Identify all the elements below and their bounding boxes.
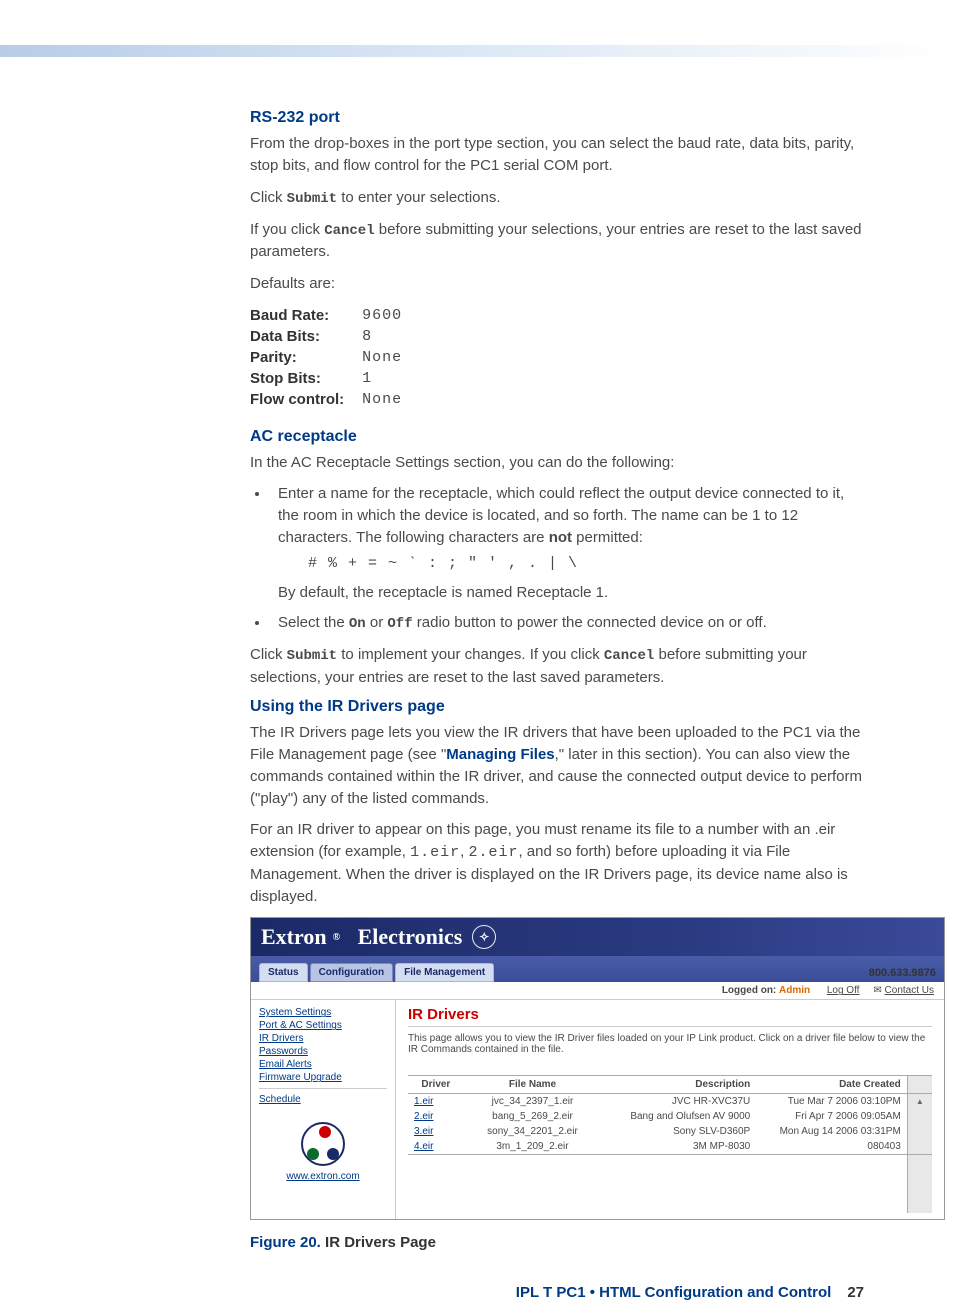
- p-rs232-2: Click Submit to enter your selections.: [250, 187, 864, 209]
- p-rs232-3: If you click Cancel before submitting yo…: [250, 219, 864, 263]
- ir-drivers-table: Driver File Name Description Date Create…: [408, 1075, 932, 1213]
- table-row: 2.eir bang_5_269_2.eir Bang and Olufsen …: [408, 1109, 932, 1124]
- heading-ac: AC receptacle: [250, 428, 864, 446]
- driver-link[interactable]: 1.eir: [414, 1096, 433, 1107]
- li-ac-2: Select the On or Off radio button to pow…: [270, 612, 864, 634]
- mail-icon: ✉: [873, 985, 881, 996]
- p-ac-2: Click Submit to implement your changes. …: [250, 644, 864, 688]
- sidebar-item-email-alerts[interactable]: Email Alerts: [259, 1058, 387, 1071]
- sidebar-item-ir-drivers[interactable]: IR Drivers: [259, 1032, 387, 1045]
- globe-icon: ✧: [472, 925, 496, 949]
- tab-file-management[interactable]: File Management: [395, 963, 494, 982]
- ss-sidebar: System Settings Port & AC Settings IR Dr…: [251, 1000, 396, 1219]
- p-rs232-4: Defaults are:: [250, 273, 864, 295]
- figure-caption: Figure 20. IR Drivers Page: [250, 1232, 864, 1254]
- p-rs232-1: From the drop-boxes in the port type sec…: [250, 133, 864, 177]
- link-contact-us[interactable]: Contact Us: [885, 985, 934, 996]
- driver-link[interactable]: 4.eir: [414, 1141, 433, 1152]
- phone-number: 800.633.9876: [869, 967, 936, 979]
- ir-drivers-screenshot: Extron® Electronics ✧ Status Configurati…: [250, 917, 945, 1220]
- table-row: 4.eir 3m_1_209_2.eir 3M MP-8030 080403: [408, 1139, 932, 1155]
- tab-status[interactable]: Status: [259, 963, 308, 982]
- link-extron-url[interactable]: www.extron.com: [259, 1170, 387, 1183]
- top-gradient: [0, 45, 954, 57]
- logged-on-user: Admin: [779, 985, 810, 996]
- p-ir-1: The IR Drivers page lets you view the IR…: [250, 722, 864, 809]
- sidebar-item-firmware-upgrade[interactable]: Firmware Upgrade: [259, 1071, 387, 1084]
- table-row: 3.eir sony_34_2201_2.eir Sony SLV-D360P …: [408, 1124, 932, 1139]
- table-row: 1.eir jvc_34_2397_1.eir JVC HR-XVC37U Tu…: [408, 1094, 932, 1110]
- p-ir-2: For an IR driver to appear on this page,…: [250, 819, 864, 907]
- page-footer: IPL T PC1 • HTML Configuration and Contr…: [250, 1282, 864, 1304]
- ss-main-title: IR Drivers: [408, 1006, 932, 1027]
- link-managing-files[interactable]: Managing Files: [446, 746, 554, 763]
- scroll-up-icon[interactable]: ▲: [907, 1094, 932, 1110]
- sidebar-item-schedule[interactable]: Schedule: [259, 1093, 387, 1106]
- li-ac-1: Enter a name for the receptacle, which c…: [270, 483, 864, 604]
- tab-configuration[interactable]: Configuration: [310, 963, 394, 982]
- p-ac-1: In the AC Receptacle Settings section, y…: [250, 452, 864, 474]
- ss-main-desc: This page allows you to view the IR Driv…: [408, 1033, 932, 1055]
- ss-banner: Extron® Electronics ✧: [251, 918, 944, 956]
- extron-logo-icon: [301, 1122, 345, 1166]
- sidebar-item-passwords[interactable]: Passwords: [259, 1045, 387, 1058]
- driver-link[interactable]: 2.eir: [414, 1111, 433, 1122]
- sidebar-item-port-ac-settings[interactable]: Port & AC Settings: [259, 1019, 387, 1032]
- heading-rs232: RS-232 port: [250, 109, 864, 127]
- driver-link[interactable]: 3.eir: [414, 1126, 433, 1137]
- heading-ir: Using the IR Drivers page: [250, 698, 864, 716]
- defaults-table: Baud Rate:9600 Data Bits:8 Parity:None S…: [250, 305, 420, 410]
- link-log-off[interactable]: Log Off: [827, 985, 860, 996]
- sidebar-item-system-settings[interactable]: System Settings: [259, 1006, 387, 1019]
